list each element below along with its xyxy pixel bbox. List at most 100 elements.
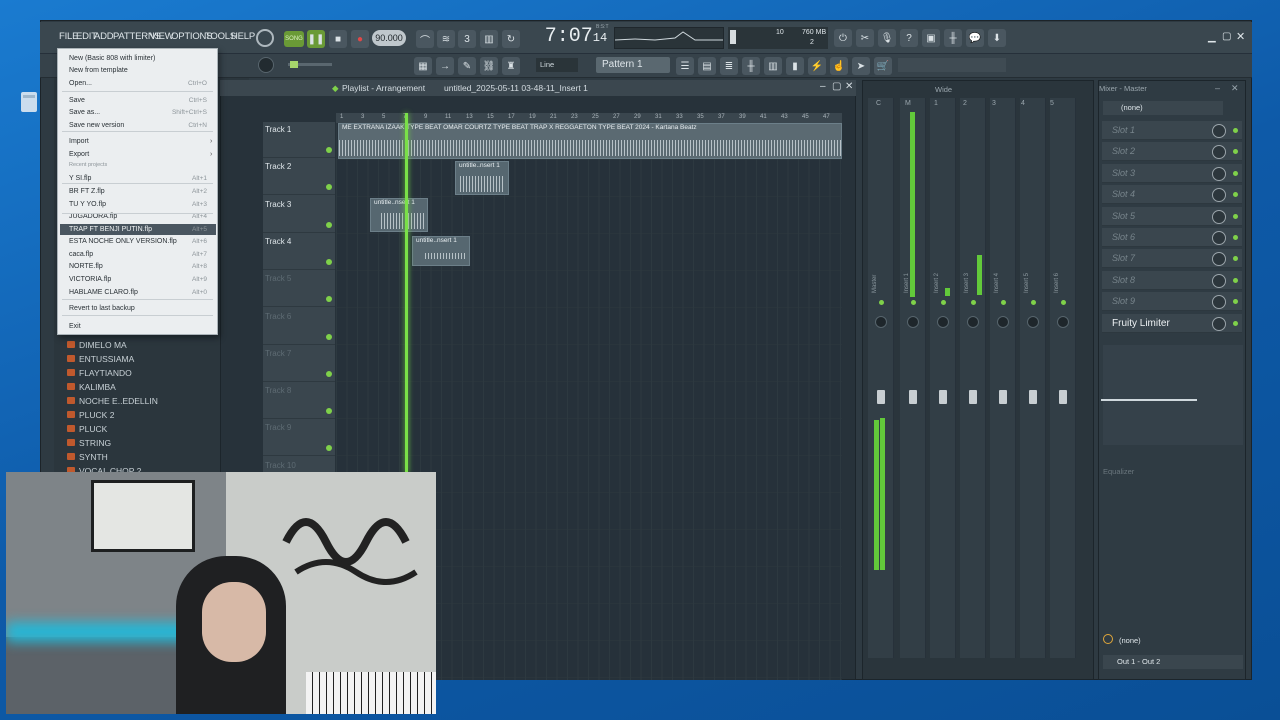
playlist-close-icon[interactable]: ✕ [845, 81, 853, 92]
step-edit-button[interactable]: ▥ [480, 30, 498, 48]
strip-enable-led[interactable] [1031, 300, 1036, 305]
pause-button[interactable]: ❚❚ [307, 30, 325, 48]
file-menu-item[interactable]: VICTORIA.flp [69, 276, 111, 283]
file-menu-item[interactable]: BR FT Z.flp [69, 188, 105, 195]
pan-knob[interactable] [967, 316, 979, 328]
strip-enable-led[interactable] [1001, 300, 1006, 305]
track-mute-led[interactable] [326, 408, 332, 415]
pan-knob[interactable] [907, 316, 919, 328]
countdown-button[interactable]: 3 [458, 30, 476, 48]
mixer-strip[interactable]: Insert 6 [1050, 98, 1076, 658]
file-menu-item[interactable]: Y SI.flp [69, 175, 91, 182]
track-mute-led[interactable] [326, 258, 332, 265]
menu-add[interactable]: ADD [94, 31, 114, 42]
slot-mix-knob[interactable] [1212, 273, 1226, 288]
playlist-maximize-icon[interactable]: ▢ [832, 81, 841, 92]
help-button[interactable]: ? [900, 29, 918, 47]
fx-slot[interactable]: Slot 1 [1102, 121, 1242, 140]
mic-button[interactable]: 🎙 [878, 29, 896, 47]
slot-mix-knob[interactable] [1212, 124, 1226, 138]
browser-button[interactable]: ▥ [764, 57, 782, 75]
fx-slot[interactable]: Slot 3 [1102, 163, 1242, 183]
fx-slot[interactable]: Slot 5 [1102, 206, 1242, 226]
playhead[interactable] [405, 113, 408, 473]
browser-folder[interactable]: PLUCK [67, 424, 107, 434]
maximize-icon[interactable]: ▢ [1222, 31, 1231, 42]
menu-view[interactable]: VIEW [150, 31, 174, 42]
browser-folder[interactable]: NOCHE E..EDELLIN [67, 396, 158, 406]
slot-enable-led[interactable] [1233, 213, 1238, 219]
pattern-select[interactable]: Pattern 1 [596, 57, 670, 73]
slot-enable-led[interactable] [1233, 256, 1238, 262]
pattern-clip[interactable]: untitle..nsert 1 [370, 198, 428, 232]
browser-folder[interactable]: SYNTH [67, 452, 108, 462]
playlist-button[interactable]: ☰ [676, 57, 694, 75]
file-menu-item[interactable]: HABLAME CLARO.flp [69, 289, 138, 296]
piano-roll-button[interactable]: ▤ [698, 57, 716, 75]
track-header[interactable]: Track 2 [263, 159, 335, 196]
file-menu-item[interactable]: New (Basic 808 with limiter) [69, 55, 155, 62]
mixer-strip[interactable]: Master [868, 98, 894, 658]
file-menu-item[interactable]: Exit [69, 323, 81, 330]
slot-mix-knob[interactable] [1212, 166, 1226, 181]
fx-slot[interactable]: Slot 8 [1102, 270, 1242, 290]
menu-help[interactable]: HELP [231, 31, 255, 42]
browser-folder[interactable]: KALIMBA [67, 382, 116, 392]
plugin-button[interactable]: ▮ [786, 57, 804, 75]
fx-slot[interactable]: Slot 4 [1102, 185, 1242, 205]
file-menu-item[interactable]: caca.flp [69, 251, 93, 258]
file-menu-item[interactable]: JUGADORA.flp [69, 213, 117, 220]
volume-fader[interactable] [909, 390, 917, 404]
slot-enable-led[interactable] [1233, 170, 1238, 176]
fx-preset-select[interactable]: (none) [1103, 101, 1223, 115]
record-button[interactable]: ● [351, 30, 369, 48]
slot-mix-knob[interactable] [1212, 145, 1226, 160]
file-menu-item[interactable]: Save [69, 97, 85, 104]
file-menu-item[interactable]: Export [69, 151, 89, 158]
track-mute-led[interactable] [326, 333, 332, 340]
browser-folder[interactable]: DIMELO MA [67, 340, 127, 350]
file-menu-item[interactable]: Open... [69, 80, 92, 87]
slot-enable-led[interactable] [1233, 299, 1238, 305]
track-mute-led[interactable] [326, 296, 332, 303]
metronome-button[interactable]: ⌒ [416, 30, 434, 48]
link-tool[interactable]: ⛓ [480, 57, 498, 75]
file-menu-item[interactable]: TU Y YO.flp [69, 201, 106, 208]
file-menu-item[interactable]: Import [69, 138, 89, 145]
browser-folder[interactable]: ENTUSSIAMA [67, 354, 134, 364]
stamp-tool[interactable]: ♜ [502, 57, 520, 75]
pan-knob[interactable] [875, 316, 887, 328]
strip-enable-led[interactable] [1061, 300, 1066, 305]
track-mute-led[interactable] [326, 221, 332, 228]
output-select[interactable]: Out 1 - Out 2 [1103, 655, 1243, 669]
strip-enable-led[interactable] [911, 300, 916, 305]
file-menu-item[interactable]: Save new version [69, 122, 124, 129]
track-mute-led[interactable] [326, 370, 332, 377]
pitch-knob[interactable] [258, 57, 274, 73]
slot-enable-led[interactable] [1233, 128, 1238, 133]
stop-button[interactable]: ■ [329, 30, 347, 48]
mixer-minimize-icon[interactable]: – [1215, 83, 1220, 93]
slot-mix-knob[interactable] [1212, 231, 1226, 245]
snap-select[interactable]: Line [536, 58, 578, 72]
fx-slot-limiter[interactable]: Fruity Limiter [1102, 314, 1242, 333]
file-menu-item[interactable]: ESTA NOCHE ONLY VERSION.flp [69, 238, 177, 245]
pan-knob[interactable] [1057, 316, 1069, 328]
track-header[interactable]: Track 7 [263, 346, 335, 382]
track-header[interactable]: Track 9 [263, 420, 335, 457]
volume-fader[interactable] [1059, 390, 1067, 404]
slot-enable-led[interactable] [1233, 277, 1238, 283]
plug-button[interactable]: ⚡ [808, 57, 826, 75]
cart-button[interactable]: 🛒 [874, 57, 892, 75]
save-button[interactable]: ▣ [922, 29, 940, 47]
track-mute-led[interactable] [326, 445, 332, 452]
tempo-tap-button[interactable]: ☝ [830, 57, 848, 75]
pitch-slider-handle[interactable] [290, 61, 298, 68]
slot-enable-led[interactable] [1233, 149, 1238, 155]
slot-mix-knob[interactable] [1212, 252, 1226, 267]
mixer-view-mode[interactable]: Wide [935, 85, 952, 94]
file-menu-item[interactable]: Save as... [69, 109, 100, 116]
loop-record-button[interactable]: ↻ [502, 30, 520, 48]
audio-clip[interactable]: ME EXTRAÑA IZAAK TYPE BEAT OMAR COURTZ T… [338, 123, 842, 159]
download-button[interactable]: ⬇ [988, 29, 1006, 47]
